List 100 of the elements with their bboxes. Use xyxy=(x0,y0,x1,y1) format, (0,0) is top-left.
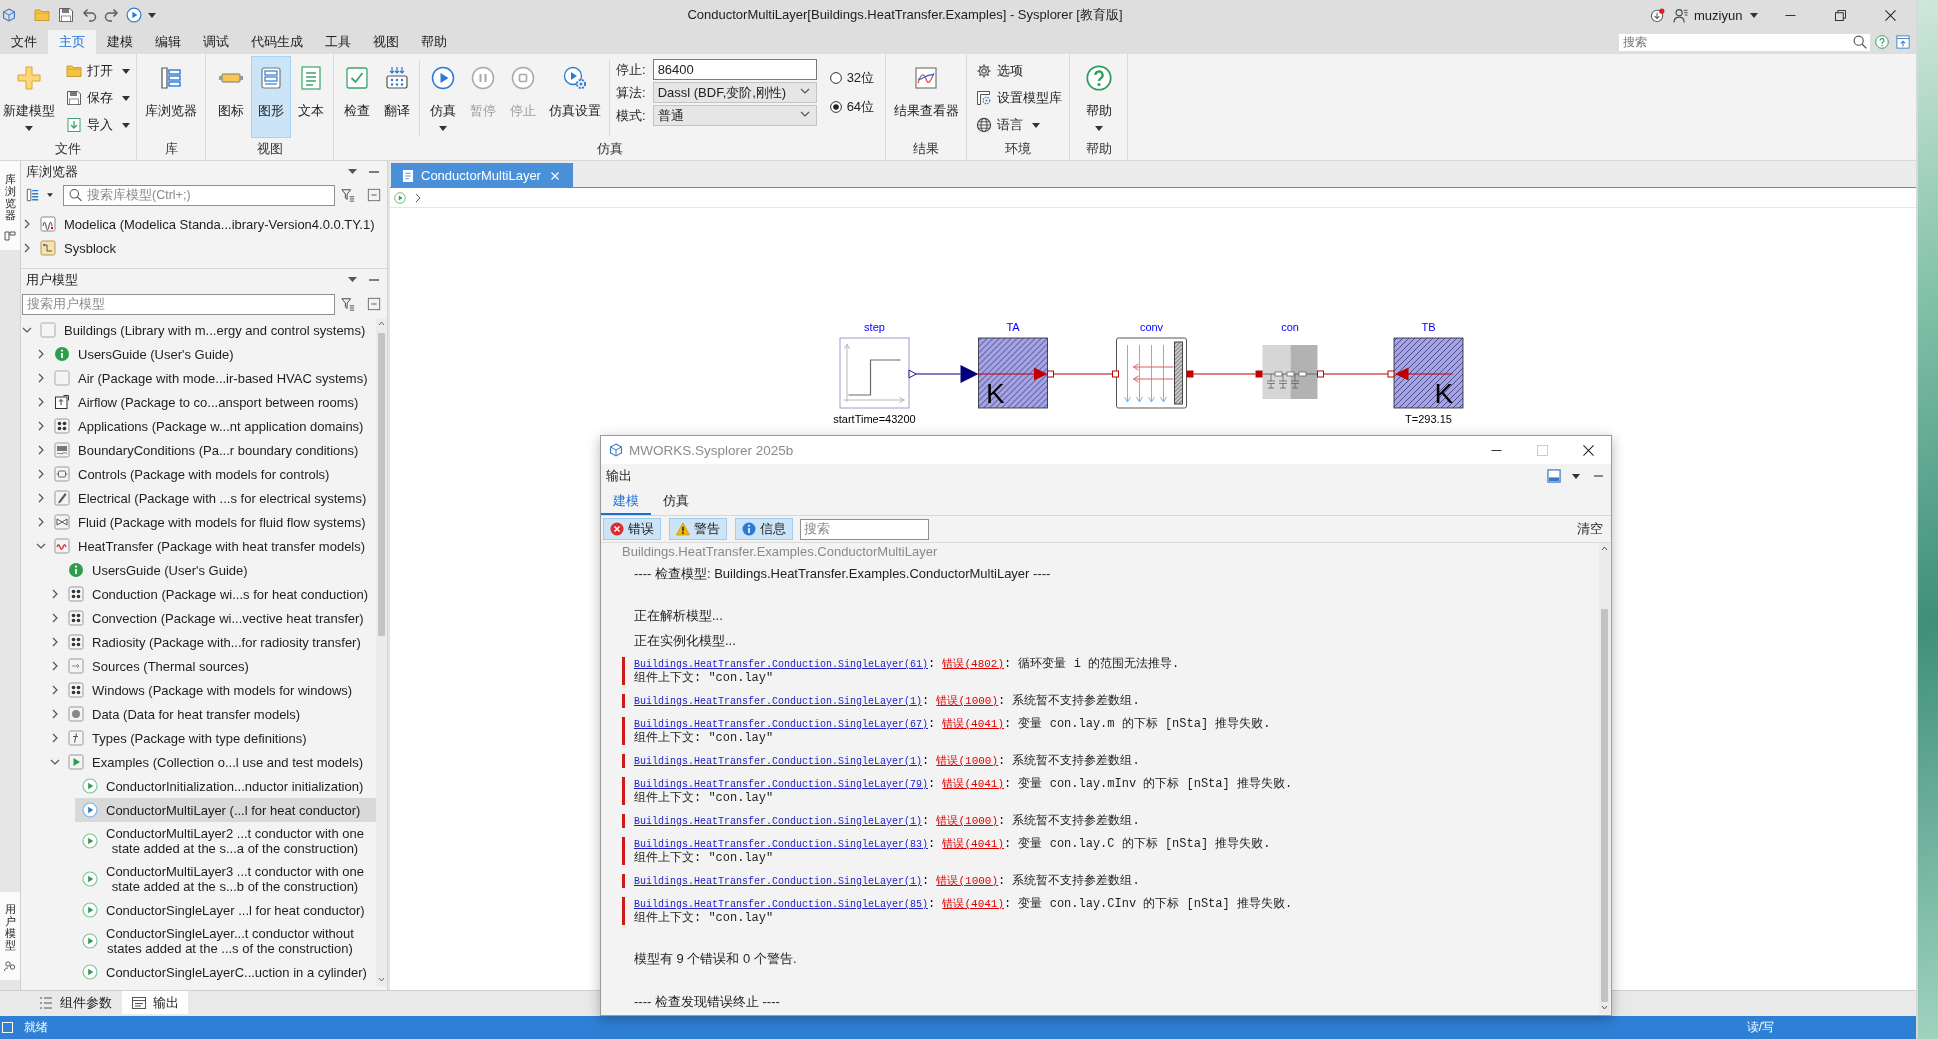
caret-icon[interactable] xyxy=(148,12,156,18)
window-icon[interactable] xyxy=(1547,469,1561,483)
model-link[interactable]: Buildings.HeatTransfer.Conduction.SingleLayer(1) xyxy=(634,876,923,887)
chevron-right-icon[interactable] xyxy=(36,373,46,383)
tree-item[interactable]: Sources (Thermal sources) xyxy=(61,654,376,678)
tree-item[interactable]: HeatTransfer (Package with heat transfer models) xyxy=(47,534,376,558)
tree-item[interactable]: UsersGuide (User's Guide) xyxy=(61,558,376,582)
icon-view-button[interactable]: 图标 xyxy=(211,56,251,138)
result-viewer-button[interactable]: 结果查看器 xyxy=(889,56,963,138)
info-filter-button[interactable]: 信息 xyxy=(735,518,793,540)
play-circle-icon[interactable] xyxy=(394,191,406,204)
scrollbar[interactable] xyxy=(1599,543,1610,1014)
model-link[interactable]: Buildings.HeatTransfer.Conduction.SingleLayer(83) xyxy=(634,839,929,850)
chevron-right-icon[interactable] xyxy=(36,517,46,527)
diagram-view-button[interactable]: 图形 xyxy=(251,56,291,138)
simulate-button[interactable]: 仿真 xyxy=(423,56,463,138)
ribbon-tab[interactable]: 工具 xyxy=(314,30,362,54)
panel-tab[interactable]: 输出 xyxy=(122,991,188,1014)
help-button[interactable]: 帮助 xyxy=(1074,56,1123,138)
search-field[interactable]: 搜索 xyxy=(800,518,929,540)
chevron-down-icon[interactable] xyxy=(50,757,60,767)
caret-icon[interactable] xyxy=(1750,12,1759,18)
scrollbar[interactable] xyxy=(376,318,387,986)
temperature-source-block[interactable] xyxy=(960,337,1054,409)
language-button[interactable]: 语言 xyxy=(976,113,1062,137)
fixed-temperature-block[interactable] xyxy=(1387,337,1464,409)
tree-item[interactable]: Air (Package with mode...ir-based HVAC systems) xyxy=(47,366,376,390)
panel-tab[interactable]: 组件参数 xyxy=(30,991,120,1014)
dropdown[interactable]: 普通 xyxy=(652,105,817,126)
ribbon-tab[interactable]: 调试 xyxy=(192,30,240,54)
tree-item[interactable]: ConductorSingleLayerC...uction in a cylinder) xyxy=(75,960,376,984)
tree-item[interactable]: ConductorInitialization...nductor initialization) xyxy=(75,774,376,798)
error-code-link[interactable]: 错误(1000) xyxy=(936,815,999,827)
caret-icon[interactable] xyxy=(348,277,357,282)
radio-option[interactable]: 32位 xyxy=(829,66,875,89)
tree-item[interactable]: UsersGuide (User's Guide) xyxy=(47,342,376,366)
undo-icon[interactable] xyxy=(82,7,98,23)
radio-option[interactable]: 64位 xyxy=(829,95,875,118)
clear-button[interactable]: 清空 xyxy=(1577,520,1603,538)
model-link[interactable]: Buildings.HeatTransfer.Conduction.SingleLayer(67) xyxy=(634,719,929,730)
ribbon-tab[interactable]: 帮助 xyxy=(410,30,458,54)
error-filter-button[interactable]: 错误 xyxy=(603,518,661,540)
chevron-right-icon[interactable] xyxy=(50,709,60,719)
user-name[interactable]: muziyun xyxy=(1694,7,1743,23)
error-code-link[interactable]: 错误(4041) xyxy=(942,898,1005,910)
filter-icon[interactable] xyxy=(341,297,355,311)
error-code-link[interactable]: 错误(1000) xyxy=(936,875,999,887)
chevron-right-icon[interactable] xyxy=(36,445,46,455)
tree-item[interactable]: Data (Data for heat transfer models) xyxy=(61,702,376,726)
close-icon[interactable] xyxy=(1885,9,1896,21)
user-icon[interactable] xyxy=(1673,7,1688,23)
search-field[interactable]: 搜索用户模型 xyxy=(22,293,335,315)
chevron-right-icon[interactable] xyxy=(50,661,60,671)
error-code-link[interactable]: 错误(4041) xyxy=(942,718,1005,730)
convection-block[interactable] xyxy=(1112,337,1194,409)
chevron-right-icon[interactable] xyxy=(22,243,32,253)
ribbon-tab[interactable]: 建模 xyxy=(96,30,144,54)
chevron-right-icon[interactable] xyxy=(50,589,60,599)
model-link[interactable]: Buildings.HeatTransfer.Conduction.SingleLayer(1) xyxy=(634,816,923,827)
error-code-link[interactable]: 错误(4802) xyxy=(942,658,1005,670)
download-icon[interactable] xyxy=(1650,7,1665,23)
save-button[interactable]: 保存 xyxy=(66,86,130,110)
tree-item[interactable]: Buildings (Library with m...ergy and control systems) xyxy=(33,318,376,342)
model-link[interactable]: Buildings.HeatTransfer.Conduction.SingleLayer(79) xyxy=(634,779,929,790)
chevron-right-icon[interactable] xyxy=(36,397,46,407)
collapse-icon[interactable] xyxy=(367,297,381,311)
tree-item[interactable]: Applications (Package w...nt application domains) xyxy=(47,414,376,438)
chevron-down-icon[interactable] xyxy=(22,325,32,335)
side-tab[interactable]: 库浏览器 xyxy=(0,161,20,251)
chevron-down-icon[interactable] xyxy=(36,541,46,551)
filter-icon[interactable] xyxy=(341,188,355,202)
import-button[interactable]: 导入 xyxy=(66,113,130,137)
ribbon-tab[interactable]: 主页 xyxy=(48,30,96,54)
chevron-right-icon[interactable] xyxy=(36,469,46,479)
tree-item[interactable]: Windows (Package with models for windows) xyxy=(61,678,376,702)
tree-item[interactable]: ConductorMultiLayer (...l for heat conductor) xyxy=(75,798,376,822)
library-icon[interactable] xyxy=(26,188,40,202)
tree-item[interactable]: Conduction (Package wi...s for heat conduction) xyxy=(61,582,376,606)
error-code-link[interactable]: 错误(4041) xyxy=(942,838,1005,850)
chevron-right-icon[interactable] xyxy=(22,219,32,229)
tree-item[interactable]: Radiosity (Package with...for radiosity transfer) xyxy=(61,630,376,654)
chevron-right-icon[interactable] xyxy=(50,733,60,743)
tree-item[interactable]: Electrical (Package with ...s for electrical systems) xyxy=(47,486,376,510)
caret-icon[interactable] xyxy=(47,193,53,197)
tree-item[interactable]: Airflow (Package to co...ansport between rooms) xyxy=(47,390,376,414)
ribbon-tab[interactable]: 视图 xyxy=(362,30,410,54)
run-icon[interactable] xyxy=(126,7,142,23)
save-icon[interactable] xyxy=(58,7,74,23)
dropdown[interactable]: Dassl (BDF,变阶,刚性) xyxy=(652,82,817,103)
tree-item[interactable]: Controls (Package with models for controls) xyxy=(47,462,376,486)
model-library-settings-button[interactable]: 设置模型库 xyxy=(976,86,1062,110)
tree-item[interactable]: Examples (Collection o...l use and test models) xyxy=(61,750,376,774)
collapse-icon[interactable] xyxy=(367,188,381,202)
simulation-settings-button[interactable]: 仿真设置 xyxy=(546,56,604,138)
redo-icon[interactable] xyxy=(103,7,119,23)
chevron-right-icon[interactable] xyxy=(50,613,60,623)
open-button[interactable]: 打开 xyxy=(66,59,130,83)
help-icon[interactable] xyxy=(1875,35,1889,49)
error-code-link[interactable]: 错误(1000) xyxy=(936,695,999,707)
output-tab[interactable]: 建模 xyxy=(601,488,651,515)
